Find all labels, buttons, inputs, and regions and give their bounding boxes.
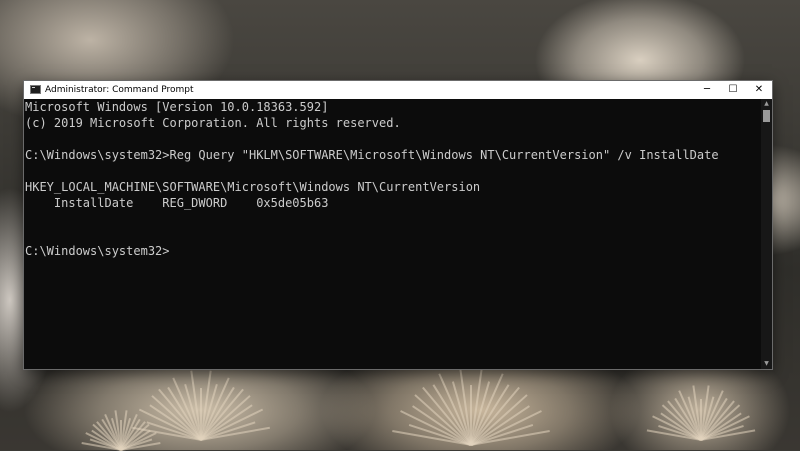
title-bar[interactable]: Administrator: Command Prompt ─ ☐ ✕: [24, 81, 772, 99]
console-line-registry-key: HKEY_LOCAL_MACHINE\SOFTWARE\Microsoft\Wi…: [25, 180, 481, 194]
cmd-icon[interactable]: [30, 85, 41, 94]
vertical-scrollbar[interactable]: ▲ ▼: [761, 99, 772, 369]
console-line-version: Microsoft Windows [Version 10.0.18363.59…: [25, 100, 329, 114]
scroll-thumb[interactable]: [763, 110, 770, 122]
close-button[interactable]: ✕: [746, 81, 772, 99]
scroll-up-arrow-icon[interactable]: ▲: [761, 99, 772, 109]
console-line-copyright: (c) 2019 Microsoft Corporation. All righ…: [25, 116, 401, 130]
minimize-button[interactable]: ─: [694, 81, 720, 99]
maximize-button[interactable]: ☐: [720, 81, 746, 99]
console-output[interactable]: Microsoft Windows [Version 10.0.18363.59…: [25, 99, 761, 368]
console-line-registry-value: InstallDate REG_DWORD 0x5de05b63: [25, 196, 329, 210]
console-line-command: C:\Windows\system32>Reg Query "HKLM\SOFT…: [25, 148, 719, 162]
scroll-down-arrow-icon[interactable]: ▼: [761, 359, 772, 369]
command-prompt-window[interactable]: Administrator: Command Prompt ─ ☐ ✕ Micr…: [24, 81, 772, 369]
window-title: Administrator: Command Prompt: [45, 85, 194, 95]
console-prompt[interactable]: C:\Windows\system32>: [25, 243, 170, 259]
